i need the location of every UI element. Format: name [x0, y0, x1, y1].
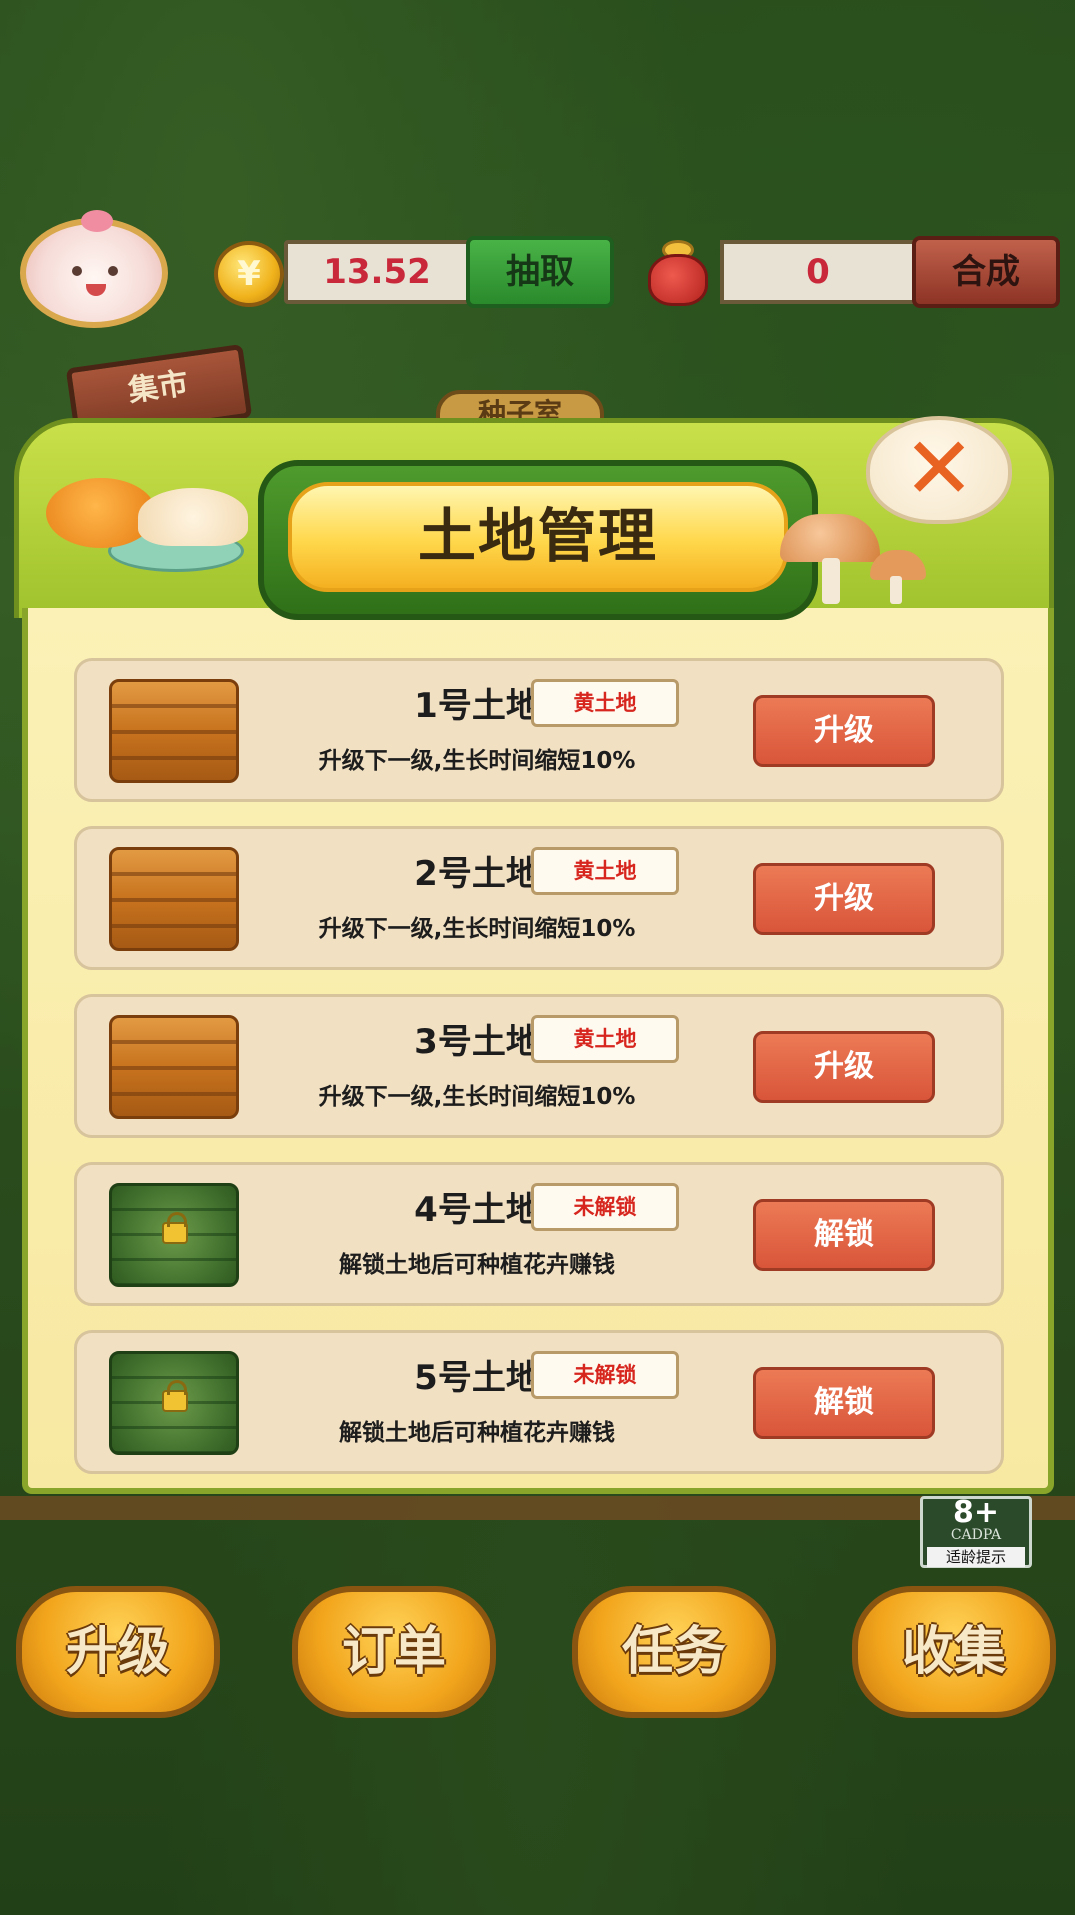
land-description: 解锁土地后可种植花卉赚钱	[339, 1252, 615, 1278]
age-rating-org: CADPA	[950, 1527, 1002, 1543]
locked-grass-plot-icon	[109, 1351, 239, 1455]
upgrade-button[interactable]: 升级	[753, 695, 935, 767]
tasks-nav-button[interactable]: 任务	[572, 1586, 776, 1718]
mushroom-stem	[822, 558, 840, 604]
upgrade-button[interactable]: 升级	[753, 863, 935, 935]
mushroom-decoration	[780, 510, 930, 606]
upgrade-button[interactable]: 升级	[753, 1031, 935, 1103]
age-rating-badge[interactable]: 8+ CADPA 适龄提示	[920, 1495, 1032, 1568]
mushroom-cap	[780, 514, 880, 562]
yellow-soil-plot-icon	[109, 847, 239, 951]
land-card-3: 3号土地 黄土地 升级下一级,生长时间缩短10% 升级	[74, 994, 1004, 1138]
lock-icon	[162, 1380, 188, 1412]
locked-grass-plot-icon	[109, 1183, 239, 1287]
yellow-soil-plot-icon	[109, 679, 239, 783]
avatar-eye	[72, 266, 82, 276]
lock-status-badge: 未解锁	[531, 1183, 679, 1231]
land-description: 升级下一级,生长时间缩短10%	[318, 916, 636, 942]
unlock-button[interactable]: 解锁	[753, 1199, 935, 1271]
land-description: 升级下一级,生长时间缩短10%	[318, 748, 636, 774]
modal-title: 土地管理	[288, 482, 788, 592]
mushroom-stem	[890, 576, 902, 604]
land-card-5: 5号土地 未解锁 解锁土地后可种植花卉赚钱 解锁	[74, 1330, 1004, 1474]
land-card-4: 4号土地 未解锁 解锁土地后可种植花卉赚钱 解锁	[74, 1162, 1004, 1306]
yellow-soil-plot-icon	[109, 1015, 239, 1119]
lock-status-badge: 未解锁	[531, 1351, 679, 1399]
bag-count: 0	[720, 240, 916, 304]
close-icon[interactable]: ✕	[866, 416, 1012, 524]
land-type-badge: 黄土地	[531, 847, 679, 895]
money-balance: 13.52	[284, 240, 470, 304]
land-type-badge: 黄土地	[531, 1015, 679, 1063]
dumplings	[138, 488, 248, 546]
yuan-coin-icon: ¥	[214, 241, 284, 307]
background-fence	[0, 1496, 1075, 1520]
lucky-bag-body	[648, 254, 708, 306]
land-card-2: 2号土地 黄土地 升级下一级,生长时间缩短10% 升级	[74, 826, 1004, 970]
orders-nav-button[interactable]: 订单	[292, 1586, 496, 1718]
avatar-bow	[81, 210, 113, 232]
merge-button[interactable]: 合成	[912, 236, 1060, 308]
upgrade-nav-button[interactable]: 升级	[16, 1586, 220, 1718]
avatar-eye	[108, 266, 118, 276]
player-avatar[interactable]	[20, 210, 168, 328]
food-plate-decoration	[38, 460, 248, 590]
lock-icon	[162, 1212, 188, 1244]
land-description: 解锁土地后可种植花卉赚钱	[339, 1420, 615, 1446]
draw-button[interactable]: 抽取	[466, 236, 614, 308]
age-rating-number: 8+	[952, 1495, 999, 1530]
collection-nav-button[interactable]: 收集	[852, 1586, 1056, 1718]
land-description: 升级下一级,生长时间缩短10%	[318, 1084, 636, 1110]
avatar-mouth	[86, 284, 106, 296]
lucky-bag-icon	[634, 236, 722, 308]
land-card-1: 1号土地 黄土地 升级下一级,生长时间缩短10% 升级	[74, 658, 1004, 802]
unlock-button[interactable]: 解锁	[753, 1367, 935, 1439]
age-rating-tip: 适龄提示	[927, 1547, 1025, 1567]
land-type-badge: 黄土地	[531, 679, 679, 727]
